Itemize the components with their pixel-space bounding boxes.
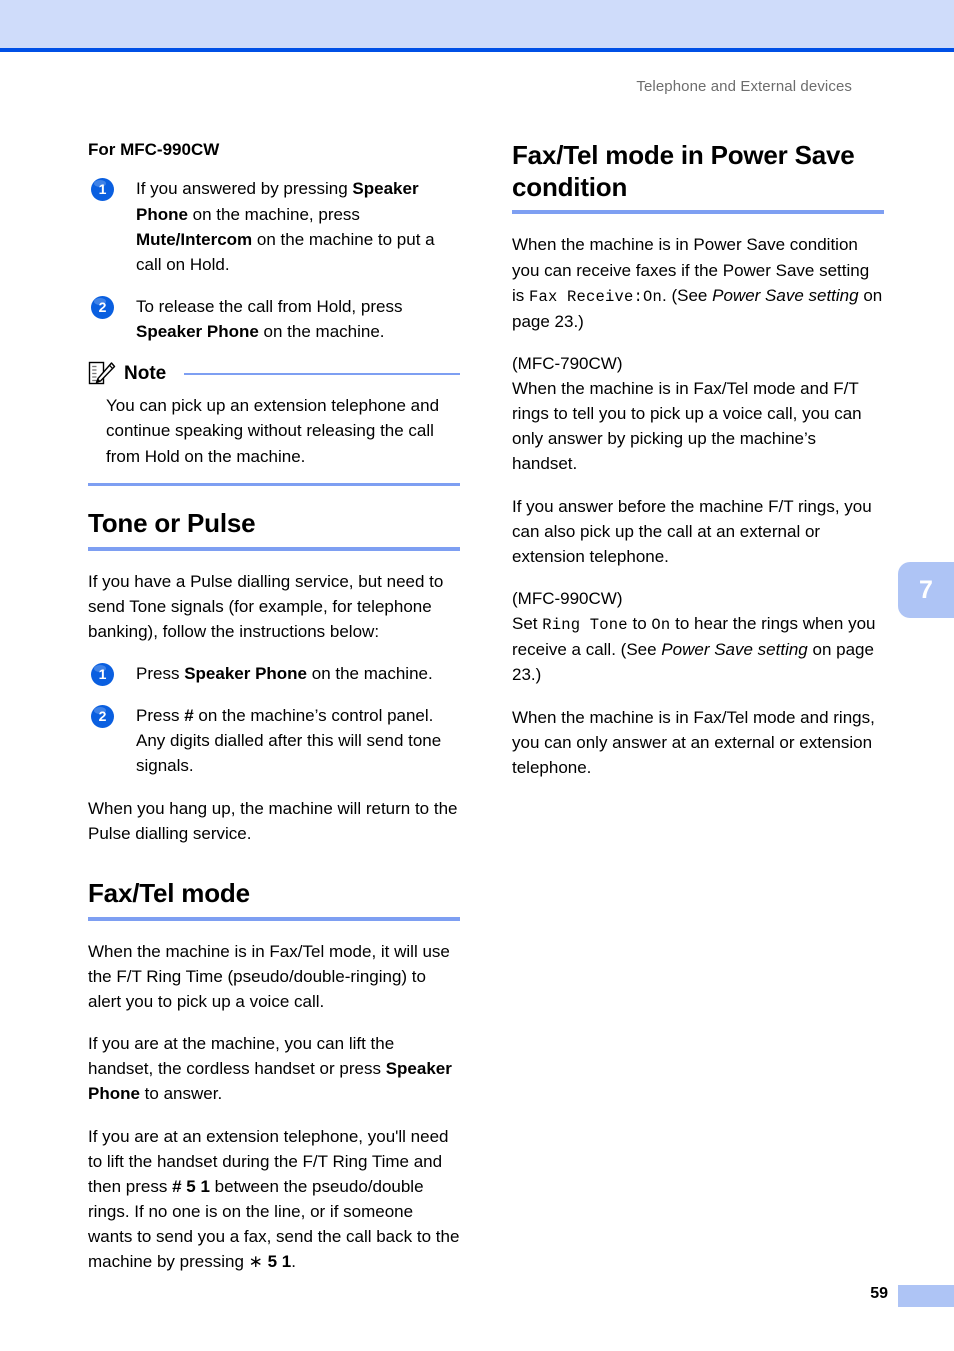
section-heading-rule: [512, 210, 884, 215]
step-text: If you answered by pressing Speaker Phon…: [136, 179, 435, 274]
power-save-para-4-text: Set Ring Tone to On to hear the rings wh…: [512, 614, 876, 685]
model-label-790cw: (MFC-790CW): [512, 353, 623, 373]
chapter-tab-marker: 7: [898, 562, 954, 618]
note-header: Note: [88, 361, 460, 387]
note-block: Note You can pick up an extension teleph…: [88, 361, 460, 486]
section-heading-fax-tel-mode: Fax/Tel mode: [88, 877, 250, 908]
right-column: Fax/Tel mode in Power Save condition Whe…: [512, 140, 884, 780]
note-pencil-icon: [88, 362, 116, 385]
section-heading-power-save: Fax/Tel mode in Power Save condition: [512, 140, 855, 202]
footer-decorative-block: [898, 1285, 954, 1307]
step-badge: 2: [91, 296, 114, 320]
step-item: 2 Press # on the machine’s control panel…: [88, 703, 460, 778]
power-save-para-5: When the machine is in Fax/Tel mode and …: [512, 707, 875, 777]
page-number: 59: [870, 1285, 888, 1302]
fax-tel-mode-para-1: When the machine is in Fax/Tel mode, it …: [88, 941, 450, 1011]
note-body: You can pick up an extension telephone a…: [106, 396, 440, 466]
step-item: 1 If you answered by pressing Speaker Ph…: [88, 176, 460, 277]
step-badge: 1: [91, 662, 114, 686]
document-page: Telephone and External devices For MFC-9…: [0, 0, 954, 1351]
left-column: For MFC-990CW 1 If you answered by press…: [88, 140, 460, 1275]
power-save-para-4: (MFC-990CW) Set Ring Tone to On to hear …: [512, 586, 884, 687]
power-save-para-2: (MFC-790CW) When the machine is in Fax/T…: [512, 351, 884, 477]
sub-heading-for-mfc990cw: For MFC-990CW: [88, 140, 220, 159]
tone-or-pulse-outro: When you hang up, the machine will retur…: [88, 798, 458, 843]
section-heading-rule: [88, 546, 460, 551]
note-title: Note: [124, 363, 167, 385]
tone-or-pulse-intro: If you have a Pulse dialling service, bu…: [88, 571, 444, 641]
step-badge: 2: [91, 705, 114, 729]
step-text: To release the call from Hold, press Spe…: [136, 297, 403, 342]
fax-tel-mode-para-2: If you are at the machine, you can lift …: [88, 1034, 452, 1104]
top-decorative-band: [0, 0, 954, 48]
step-item: 1 Press Speaker Phone on the machine.: [88, 661, 460, 686]
power-save-para-1: When the machine is in Power Save condit…: [512, 235, 883, 331]
fax-tel-mode-para-3: If you are at an extension telephone, yo…: [88, 1126, 460, 1272]
section-heading-rule: [88, 916, 460, 921]
step-text: Press Speaker Phone on the machine.: [136, 663, 433, 683]
step-badge: 1: [91, 178, 114, 202]
step-item: 2 To release the call from Hold, press S…: [88, 294, 460, 344]
note-footer-rule: [88, 482, 460, 486]
power-save-para-2-text: When the machine is in Fax/Tel mode and …: [512, 379, 862, 474]
step-text: Press # on the machine’s control panel. …: [136, 706, 442, 776]
running-header: Telephone and External devices: [636, 78, 852, 95]
power-save-para-3: If you answer before the machine F/T rin…: [512, 496, 872, 566]
section-heading-tone-or-pulse: Tone or Pulse: [88, 507, 256, 538]
top-rule: [0, 48, 954, 52]
model-label-990cw: (MFC-990CW): [512, 589, 623, 609]
note-header-rule: [184, 373, 460, 376]
